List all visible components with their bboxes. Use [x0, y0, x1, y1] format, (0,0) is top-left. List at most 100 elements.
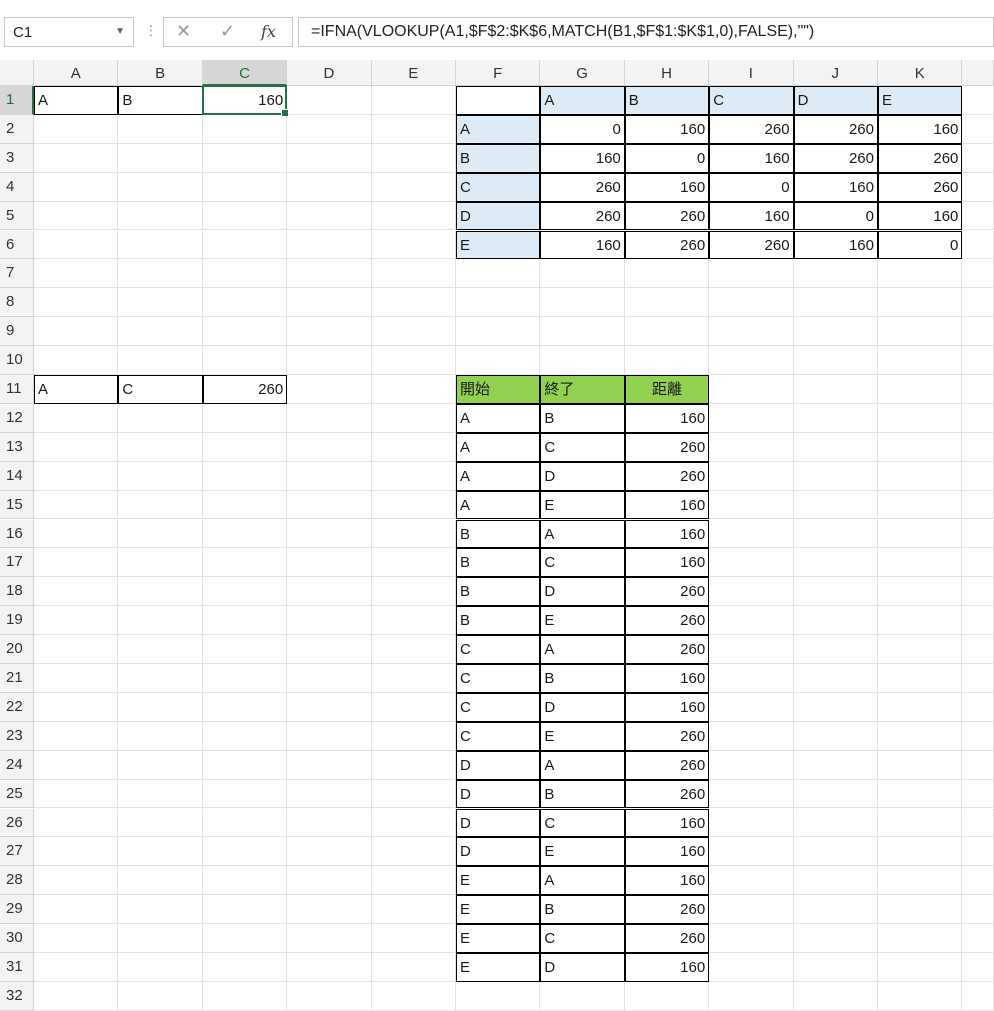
check-icon[interactable]: ✓: [220, 21, 235, 42]
grid-cell[interactable]: [709, 837, 794, 867]
grid-cell[interactable]: [878, 461, 963, 491]
matrix-value-cell[interactable]: 260: [793, 114, 878, 144]
grid-cell[interactable]: [371, 981, 456, 1011]
grid-cell[interactable]: [287, 664, 372, 693]
grid-cell[interactable]: [287, 114, 372, 144]
formula-input[interactable]: =IFNA(VLOOKUP(A1,$F$2:$K$6,MATCH(B1,$F$1…: [298, 17, 994, 47]
pairs-table-cell[interactable]: 260: [624, 895, 710, 925]
lookup1-from-cell[interactable]: A: [34, 86, 119, 115]
grid-cell[interactable]: [34, 721, 119, 751]
matrix-value-cell[interactable]: 160: [878, 114, 963, 144]
grid-cell[interactable]: [118, 317, 203, 347]
column-header-g[interactable]: G: [540, 60, 625, 86]
pairs-table-cell[interactable]: 260: [624, 577, 710, 607]
grid-cell[interactable]: [456, 346, 541, 375]
column-header-e[interactable]: E: [371, 60, 456, 86]
grid-cell[interactable]: [709, 548, 794, 578]
lookup1-distance-cell[interactable]: 160: [202, 86, 288, 115]
grid-cell[interactable]: [287, 317, 372, 347]
grid-cell[interactable]: [34, 837, 119, 867]
row-header-25[interactable]: 25: [0, 779, 34, 809]
pairs-table-cell[interactable]: E: [456, 866, 541, 896]
grid-cell[interactable]: [793, 548, 878, 578]
grid-cell[interactable]: [34, 114, 119, 144]
matrix-col-header[interactable]: B: [624, 86, 710, 115]
matrix-col-header[interactable]: C: [709, 86, 794, 115]
row-header-31[interactable]: 31: [0, 953, 34, 982]
grid-cell[interactable]: [287, 750, 372, 780]
grid-cell[interactable]: [118, 143, 203, 173]
pairs-table-cell[interactable]: 260: [624, 924, 710, 953]
pairs-table-cell[interactable]: 160: [624, 664, 710, 693]
row-header-13[interactable]: 13: [0, 432, 34, 462]
matrix-value-cell[interactable]: 0: [709, 172, 794, 202]
matrix-value-cell[interactable]: 160: [878, 201, 963, 231]
grid-cell[interactable]: [371, 577, 456, 607]
grid-cell[interactable]: [878, 375, 963, 404]
grid-cell[interactable]: [878, 664, 963, 693]
pairs-table-cell[interactable]: E: [456, 895, 541, 925]
grid-cell[interactable]: [202, 895, 288, 925]
grid-cell[interactable]: [709, 924, 794, 953]
pairs-header-cell[interactable]: 開始: [456, 375, 541, 404]
grid-cell[interactable]: [287, 924, 372, 953]
grid-cell[interactable]: [878, 953, 963, 982]
pairs-table-cell[interactable]: A: [456, 403, 541, 433]
pairs-table-cell[interactable]: 160: [624, 808, 710, 838]
matrix-value-cell[interactable]: 260: [878, 143, 963, 173]
pairs-table-cell[interactable]: 260: [624, 432, 710, 462]
grid-cell[interactable]: [709, 808, 794, 838]
grid-cell[interactable]: [962, 317, 994, 347]
row-header-16[interactable]: 16: [0, 519, 34, 549]
grid-cell[interactable]: [709, 866, 794, 896]
row-header-3[interactable]: 3: [0, 143, 34, 173]
grid-cell[interactable]: [202, 143, 288, 173]
grid-cell[interactable]: [540, 981, 625, 1011]
grid-cell[interactable]: [287, 635, 372, 664]
row-header-22[interactable]: 22: [0, 692, 34, 722]
grid-cell[interactable]: [287, 808, 372, 838]
grid-cell[interactable]: [202, 519, 288, 549]
grid-cell[interactable]: [287, 403, 372, 433]
grid-cell[interactable]: [34, 577, 119, 607]
pairs-table-cell[interactable]: 160: [624, 953, 710, 982]
grid-cell[interactable]: [371, 895, 456, 925]
pairs-table-cell[interactable]: B: [540, 779, 625, 809]
matrix-col-header[interactable]: A: [540, 86, 625, 115]
matrix-value-cell[interactable]: 260: [624, 201, 710, 231]
matrix-row-header[interactable]: D: [456, 201, 541, 231]
grid-cell[interactable]: [371, 866, 456, 896]
grid-cell[interactable]: [878, 548, 963, 578]
grid-cell[interactable]: [962, 750, 994, 780]
pairs-table-cell[interactable]: 160: [624, 548, 710, 578]
grid-cell[interactable]: [709, 577, 794, 607]
grid-cell[interactable]: [371, 346, 456, 375]
grid-cell[interactable]: [878, 750, 963, 780]
grid-cell[interactable]: [34, 346, 119, 375]
grid-cell[interactable]: [793, 461, 878, 491]
grid-cell[interactable]: [202, 172, 288, 202]
row-header-12[interactable]: 12: [0, 403, 34, 433]
row-header-27[interactable]: 27: [0, 837, 34, 867]
grid-cell[interactable]: [793, 375, 878, 404]
grid-cell[interactable]: [287, 143, 372, 173]
grid-cell[interactable]: [118, 837, 203, 867]
grid-cell[interactable]: [709, 721, 794, 751]
pairs-table-cell[interactable]: 260: [624, 606, 710, 636]
row-header-6[interactable]: 6: [0, 230, 34, 260]
grid-cell[interactable]: [962, 664, 994, 693]
row-header-11[interactable]: 11: [0, 375, 34, 404]
grid-cell[interactable]: [371, 519, 456, 549]
pairs-table-cell[interactable]: D: [456, 837, 541, 867]
row-header-9[interactable]: 9: [0, 317, 34, 347]
grid-cell[interactable]: [624, 981, 710, 1011]
pairs-table-cell[interactable]: 260: [624, 721, 710, 751]
grid-cell[interactable]: [287, 981, 372, 1011]
grid-cell[interactable]: [962, 606, 994, 636]
grid-cell[interactable]: [118, 664, 203, 693]
chevron-down-icon[interactable]: ▼: [115, 26, 125, 37]
grid-cell[interactable]: [202, 432, 288, 462]
grid-cell[interactable]: [34, 403, 119, 433]
grid-cell[interactable]: [793, 808, 878, 838]
pairs-table-cell[interactable]: E: [540, 606, 625, 636]
